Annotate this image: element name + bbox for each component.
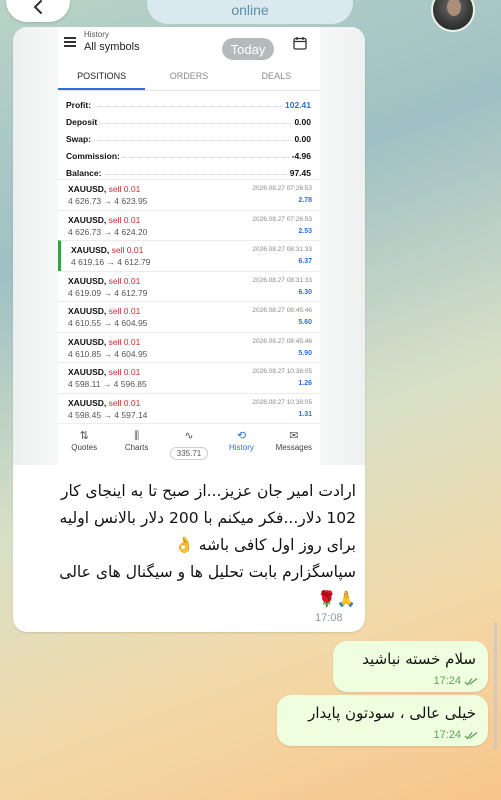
history-icon: ⟲ [236,430,247,442]
scrollbar[interactable] [494,622,497,750]
deal-row: XAUUSD, sell 0.01 4 626.73 → 4 624.20 2026… [58,209,320,241]
quotes-icon: ⇅ [79,430,89,442]
app-title: All symbols [84,41,140,53]
nav-trade: ∿ 335.71 [163,424,215,465]
back-arrow-icon [33,0,42,14]
incoming-message-text: ارادت امیر جان عزیز...از صبح تا به اینجا… [59,482,356,608]
tab-deals: DEALS [261,71,292,81]
deal-row: XAUUSD, sell 0.01 4 619.09 → 4 612.79 2026… [58,270,320,302]
deal-row: XAUUSD, sell 0.01 4 610.85 → 4 604.95 2026… [58,331,320,363]
trading-screenshot-image[interactable]: History All symbols Today POSITIONS ORDE… [58,27,320,465]
chat-header-status[interactable]: online [147,0,353,24]
messages-icon: ✉ [289,430,299,442]
message-meta: 17:24 [433,729,478,741]
incoming-message-time: 17:08 [315,612,343,624]
double-check-icon [464,677,478,685]
tab-positions: POSITIONS [58,65,146,90]
deal-row: XAUUSD, sell 0.01 4 598.45 → 4 597.14 2026… [58,392,320,424]
deal-row: XAUUSD, sell 0.01 4 619.16 → 4 612.79 2026… [58,240,320,271]
trade-icon: ∿ [184,430,194,442]
avatar[interactable] [431,0,475,32]
outgoing-message-time: 17:24 [433,729,461,741]
outgoing-message-text: سلام خسته نباشید [362,650,476,668]
double-check-icon [464,731,478,739]
nav-charts: ⫼ Charts [110,424,162,465]
summary-row: Commission: -4.96 [66,151,311,161]
calendar-icon [293,37,307,50]
charts-icon: ⫼ [134,430,140,442]
outgoing-message-text: خیلی عالی ، سودتون پایدار [308,704,476,722]
app-header: History All symbols Today [58,27,320,61]
app-subtitle: History [84,30,109,39]
outgoing-message-bubble[interactable]: خیلی عالی ، سودتون پایدار 17:24 [277,695,488,746]
summary-row: Profit: 102.41 [66,100,311,110]
message-meta: 17:24 [433,675,478,687]
menu-icon [64,37,76,47]
summary-row: Swap: 0.00 [66,134,311,144]
deal-row: XAUUSD, sell 0.01 4 610.55 → 4 604.95 2026… [58,301,320,332]
back-button[interactable] [6,0,70,22]
nav-quotes: ⇅ Quotes [58,424,110,465]
outgoing-message-bubble[interactable]: سلام خسته نباشید 17:24 [333,641,488,692]
history-tabs: POSITIONS ORDERS DEALS [58,65,320,91]
deal-row: XAUUSD, sell 0.01 4 626.73 → 4 623.95 2026… [58,179,320,210]
app-bottom-nav: ⇅ Quotes ⫼ Charts ∿ 335.71 ⟲ History ✉ Messag… [58,423,320,465]
tab-orders: ORDERS [169,71,209,81]
nav-history: ⟲ History [215,424,267,465]
summary-row: Deposit 0.00 [66,117,311,127]
nav-messages: ✉ Messages [268,424,320,465]
date-pill: Today [222,38,274,60]
account-summary: Profit: 102.41 Deposit 0.00 Swap: 0.00 Comm… [66,97,311,182]
deals-list: XAUUSD, sell 0.01 4 626.73 → 4 623.95 2026… [58,179,320,423]
outgoing-message-time: 17:24 [433,675,461,687]
deal-row: XAUUSD, sell 0.01 4 598.11 → 4 596.85 2026… [58,362,320,393]
